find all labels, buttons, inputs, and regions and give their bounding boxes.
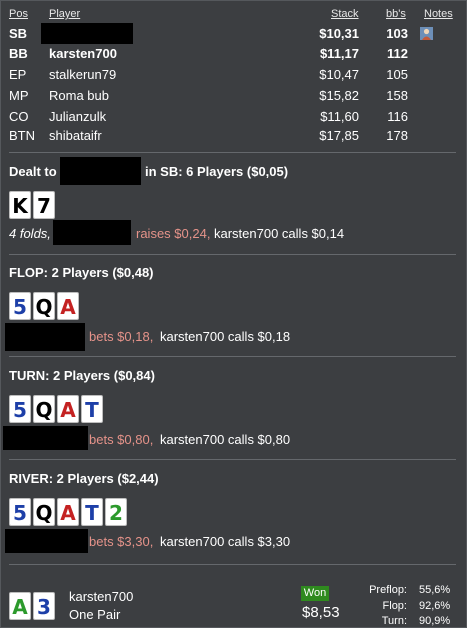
card: 3	[33, 592, 55, 620]
player-name: karsten700	[49, 46, 117, 61]
redacted-bettor-name	[3, 426, 88, 450]
card: 5	[9, 292, 31, 320]
equity-preflop-label: Preflop:	[369, 584, 407, 596]
card: Q	[33, 292, 55, 320]
player-stack: $11,60	[320, 109, 359, 124]
player-row[interactable]: EP stalkerun79 $10,47 105	[1, 67, 467, 87]
column-header-notes[interactable]: Notes	[424, 8, 453, 20]
player-bbs: 112	[387, 46, 408, 61]
river-title: RIVER: 2 Players ($2,44)	[9, 471, 159, 486]
river-cards: 5 Q A T 2	[9, 498, 127, 526]
card: T	[81, 395, 103, 423]
player-name: stalkerun79	[49, 67, 117, 82]
player-bbs: 103	[386, 26, 408, 41]
redacted-hero-name	[60, 157, 141, 185]
card: A	[57, 395, 79, 423]
turn-cards: 5 Q A T	[9, 395, 103, 423]
player-bbs: 178	[386, 128, 408, 143]
section-divider	[9, 459, 456, 460]
player-pos: CO	[9, 109, 29, 124]
card: Q	[33, 498, 55, 526]
redacted-raiser-name	[53, 220, 131, 245]
player-name: shibataifr	[49, 128, 102, 143]
player-row[interactable]: SB $10,31 103	[1, 23, 467, 46]
turn-call: karsten700 calls $0,80	[160, 432, 291, 447]
equity-turn-value: 90,9%	[419, 615, 451, 627]
player-stack: $15,82	[319, 88, 359, 103]
player-pos: BTN	[9, 128, 35, 143]
card: K	[9, 191, 31, 219]
card: A	[57, 292, 79, 320]
showdown-hand: One Pair	[69, 607, 121, 622]
player-stack: $10,47	[319, 67, 359, 82]
player-bbs: 105	[386, 67, 408, 82]
flop-cards: 5 Q A	[9, 292, 79, 320]
preflop-folds: 4 folds,	[9, 226, 51, 241]
player-bbs: 158	[386, 88, 408, 103]
card: T	[81, 498, 103, 526]
player-stack: $10,31	[319, 26, 359, 41]
player-name: Julianzulk	[49, 109, 107, 124]
card: 5	[9, 498, 31, 526]
player-row[interactable]: BB karsten700 $11,17 112	[1, 46, 467, 66]
player-pos: BB	[9, 46, 28, 61]
column-header-pos[interactable]: Pos	[9, 8, 28, 20]
hand-history-panel: Pos Player Stack bb's Notes SB $10,31 10…	[0, 0, 467, 628]
column-header-bbs[interactable]: bb's	[386, 8, 406, 20]
showdown-cards: A 3	[9, 592, 55, 620]
column-header-player[interactable]: Player	[49, 8, 80, 20]
showdown-player: karsten700	[69, 589, 134, 604]
player-note-icon[interactable]	[420, 27, 433, 40]
section-divider	[9, 254, 456, 255]
player-row[interactable]: BTN shibataifr $17,85 178	[1, 128, 467, 148]
equity-flop-label: Flop:	[382, 600, 407, 612]
won-amount: $8,53	[302, 604, 340, 621]
equity-preflop-value: 55,6%	[419, 584, 451, 596]
player-stack: $17,85	[319, 128, 359, 143]
river-call: karsten700 calls $3,30	[160, 534, 291, 549]
player-pos: EP	[9, 67, 27, 82]
card: Q	[33, 395, 55, 423]
equity-flop-value: 92,6%	[419, 600, 451, 612]
card: 7	[33, 191, 55, 219]
section-divider	[9, 356, 456, 357]
hole-cards: K 7	[9, 191, 55, 219]
column-header-stack[interactable]: Stack	[331, 8, 359, 20]
redacted-bettor-name	[5, 323, 85, 351]
equity-turn-label: Turn:	[381, 615, 407, 627]
preflop-raise: raises $0,24,	[136, 226, 211, 241]
player-bbs: 116	[387, 109, 408, 124]
card: 2	[105, 498, 127, 526]
flop-title: FLOP: 2 Players ($0,48)	[9, 265, 154, 280]
preflop-dealt-prefix: Dealt to	[9, 164, 57, 179]
card: A	[9, 592, 31, 620]
player-pos: SB	[9, 26, 28, 41]
player-pos: MP	[9, 88, 29, 103]
redacted-bettor-name	[5, 529, 88, 553]
card: A	[57, 498, 79, 526]
river-bet: bets $3,30,	[89, 534, 154, 549]
card: 5	[9, 395, 31, 423]
turn-title: TURN: 2 Players ($0,84)	[9, 368, 155, 383]
turn-bet: bets $0,80,	[89, 432, 154, 447]
flop-call: karsten700 calls $0,18	[160, 329, 291, 344]
flop-bet: bets $0,18,	[89, 329, 154, 344]
section-divider	[9, 564, 456, 565]
redacted-name	[41, 23, 133, 44]
won-badge: Won	[301, 586, 329, 601]
player-stack: $11,17	[319, 46, 359, 61]
player-row[interactable]: CO Julianzulk $11,60 116	[1, 109, 467, 129]
player-name: Roma bub	[49, 88, 109, 103]
preflop-dealt-suffix: in SB: 6 Players ($0,05)	[145, 164, 289, 179]
section-divider	[9, 152, 456, 153]
preflop-call: karsten700 calls $0,14	[214, 226, 345, 241]
player-row[interactable]: MP Roma bub $15,82 158	[1, 88, 467, 108]
